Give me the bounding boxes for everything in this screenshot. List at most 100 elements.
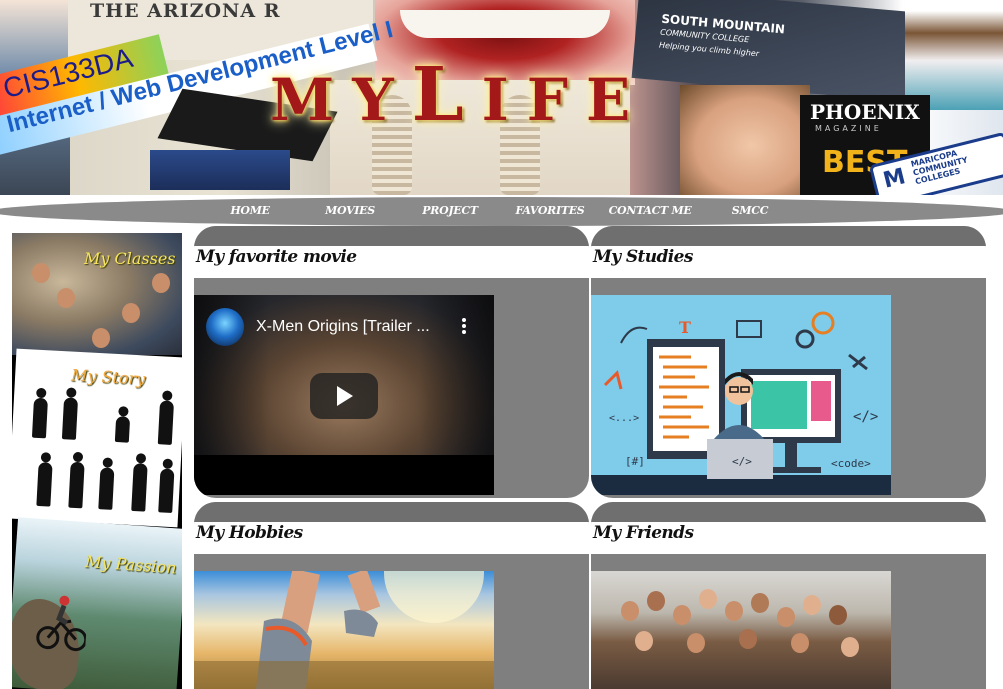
- video-title[interactable]: X-Men Origins [Trailer ...: [256, 318, 456, 336]
- student-figure: [92, 328, 110, 348]
- card-title-studies: My Studies: [593, 247, 693, 267]
- sidebar-my-passion[interactable]: My Passion: [12, 517, 182, 689]
- magazine-subtitle: MAGAZINE: [815, 124, 882, 133]
- friend-face: [777, 607, 795, 627]
- friend-face: [803, 595, 821, 615]
- header-banner: THE ARIZONA R SOUTH MOUNTAIN COMMUNITY C…: [0, 0, 1003, 195]
- friend-face: [739, 629, 757, 649]
- student-figure: [57, 288, 75, 308]
- video-bottom-bar: [194, 455, 494, 495]
- mountain-biker-icon: [36, 595, 88, 652]
- title-letter: L: [411, 52, 482, 138]
- silhouette-figure: [98, 467, 115, 510]
- silhouette-head: [118, 406, 129, 417]
- title-letter: Y: [352, 66, 412, 134]
- newspaper-title: THE ARIZONA R: [90, 0, 281, 22]
- nav-contact-link[interactable]: CONTACT ME: [600, 200, 700, 222]
- student-figure: [32, 263, 50, 283]
- district-logo-mark: M: [880, 164, 909, 194]
- code-tag: <...>: [609, 413, 639, 424]
- link-icon: [848, 353, 868, 371]
- friend-face: [673, 605, 691, 625]
- youtube-video-embed[interactable]: X-Men Origins [Trailer ...: [194, 295, 494, 495]
- card-title-friends: My Friends: [593, 523, 694, 543]
- student-books-image: [905, 0, 1003, 110]
- nav-home-link[interactable]: HOME: [200, 200, 300, 222]
- friend-face: [687, 633, 705, 653]
- gear-icon: [811, 311, 835, 335]
- student-figure: [122, 303, 140, 323]
- browser-icon: [736, 320, 762, 338]
- sidebar-label-story: My Story: [70, 365, 146, 389]
- arrow-icon: [603, 370, 623, 390]
- silhouette-figure: [36, 461, 53, 507]
- silhouette-head: [36, 387, 47, 399]
- nav-movies-link[interactable]: MOVIES: [300, 200, 400, 222]
- friend-face: [791, 633, 809, 653]
- silhouette-head: [162, 458, 174, 469]
- running-shoe: [344, 609, 378, 637]
- friend-face: [829, 605, 847, 625]
- friend-face: [635, 631, 653, 651]
- title-letter: M: [270, 66, 353, 134]
- sidebar-label-passion: My Passion: [84, 552, 178, 578]
- play-button[interactable]: [310, 373, 378, 419]
- friend-face: [725, 601, 743, 621]
- site-title: MYLIFE: [270, 52, 648, 138]
- card-my-friends: My Friends: [591, 502, 986, 689]
- silhouette-figure: [61, 397, 79, 440]
- nav-project-link[interactable]: PROJECT: [400, 200, 500, 222]
- teeth-shape: [400, 10, 610, 38]
- friend-face: [699, 589, 717, 609]
- nav-links: HOME MOVIES PROJECT FAVORITES CONTACT ME…: [200, 200, 800, 222]
- student-figure: [152, 273, 170, 293]
- magazine-title: PHOENIX: [810, 100, 920, 124]
- card-title-hobbies: My Hobbies: [196, 523, 303, 543]
- silhouette-figure: [131, 462, 148, 512]
- sidebar-my-classes[interactable]: My Classes: [12, 233, 182, 355]
- nav-favorites-link[interactable]: FAVORITES: [500, 200, 600, 222]
- title-letter: F: [526, 66, 586, 134]
- code-tag: </>: [732, 455, 752, 468]
- nav-smcc-link[interactable]: SMCC: [700, 200, 800, 222]
- code-tag: </>: [853, 409, 878, 425]
- friend-face: [841, 637, 859, 657]
- friends-group-photo: [591, 571, 891, 689]
- play-icon: [337, 386, 353, 406]
- books-image: [150, 150, 290, 190]
- sidebar-my-story[interactable]: My Story: [12, 348, 182, 528]
- card-top-strip: [591, 502, 986, 524]
- code-tag: [#]: [625, 455, 645, 468]
- more-vert-icon[interactable]: [460, 317, 468, 335]
- silhouette-head: [135, 453, 147, 464]
- friend-face: [621, 601, 639, 621]
- silhouette-figure: [114, 415, 131, 443]
- channel-avatar[interactable]: [206, 308, 244, 346]
- card-top-strip: [194, 226, 589, 248]
- card-top-strip: [591, 226, 986, 248]
- card-top-strip: [194, 502, 589, 524]
- silhouette-figure: [31, 397, 49, 439]
- running-image: [194, 571, 494, 689]
- portrait-image: [680, 85, 810, 195]
- silhouette-figure: [68, 461, 85, 509]
- runner-leg: [347, 571, 381, 614]
- coding-illustration: </> <code> <...> [#] </> T: [591, 295, 891, 495]
- text-tool-icon: T: [679, 318, 691, 337]
- friend-face: [647, 591, 665, 611]
- silhouette-head: [40, 452, 52, 463]
- curve-icon: [620, 326, 648, 344]
- silhouette-head: [72, 451, 84, 463]
- title-letter: I: [481, 66, 527, 134]
- card-my-hobbies: My Hobbies: [194, 502, 589, 689]
- card-favorite-movie: My favorite movie X-Men Origins [Trailer…: [194, 226, 589, 498]
- gear-icon: [795, 329, 815, 349]
- silhouette-figure: [157, 400, 175, 445]
- sidebar-label-classes: My Classes: [84, 249, 176, 268]
- silhouette-head: [66, 387, 77, 398]
- sidebar: My Classes My Story My Passion: [12, 233, 182, 689]
- silhouette-figure: [158, 468, 175, 514]
- card-my-studies: My Studies </> <code> <...> [#] </> T: [591, 226, 986, 498]
- title-letter: E: [585, 66, 649, 134]
- card-title-movie: My favorite movie: [196, 247, 357, 267]
